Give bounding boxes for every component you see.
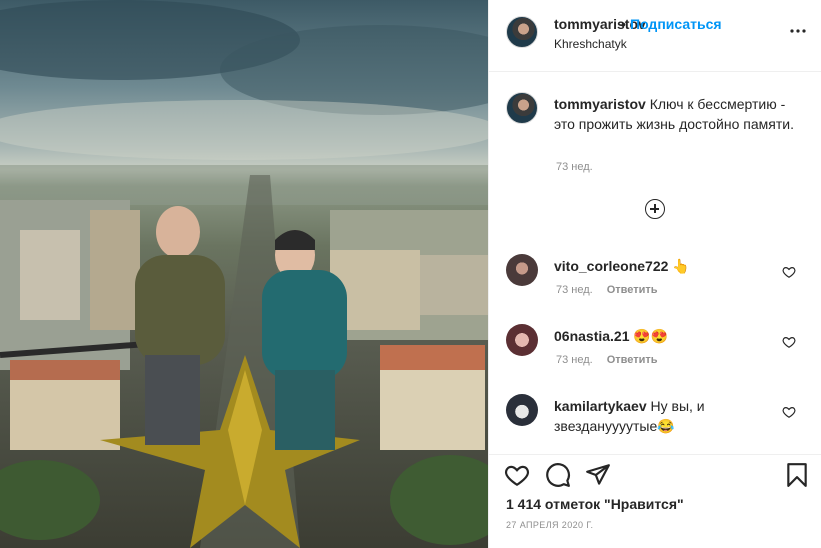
post-viewer: tommyaristov • Подписаться Khreshchatyk … [0, 0, 821, 548]
comment-meta: 73 нед. Ответить [556, 284, 658, 296]
comment-icon[interactable] [545, 462, 571, 488]
caption-body: tommyaristov Ключ к бессмертию - это про… [554, 94, 794, 134]
bookmark-icon[interactable] [784, 462, 810, 488]
reply-button[interactable]: Ответить [607, 354, 658, 366]
comment-item: 06nastia.21 😍😍 73 нед. Ответить [489, 324, 821, 394]
author-avatar[interactable] [506, 16, 538, 48]
commenter-avatar[interactable] [506, 324, 538, 356]
photo-illustration [0, 0, 488, 548]
comment-meta: 73 нед. Ответить [556, 354, 658, 366]
comment-username[interactable]: vito_corleone722 [554, 258, 668, 274]
post-photo[interactable] [0, 0, 488, 548]
post-sidebar: tommyaristov • Подписаться Khreshchatyk … [488, 0, 821, 548]
likes-count[interactable]: 1 414 отметок "Нравится" [506, 496, 684, 512]
post-location[interactable]: Khreshchatyk [554, 37, 627, 51]
post-header: tommyaristov • Подписаться Khreshchatyk [489, 0, 821, 72]
separator-dot: • [621, 16, 626, 32]
comment-time[interactable]: 73 нед. [556, 284, 593, 296]
commenter-avatar[interactable] [506, 394, 538, 426]
comment-body: vito_corleone722 👆 [554, 256, 774, 276]
comment-body: kamilartykaev Ну вы, и звездануууутые😂 [554, 396, 774, 436]
caption-author-avatar[interactable] [506, 92, 538, 124]
post-date[interactable]: 27 АПРЕЛЯ 2020 Г. [506, 520, 593, 530]
commenter-avatar[interactable] [506, 254, 538, 286]
share-icon[interactable] [585, 462, 611, 488]
comment-username[interactable]: 06nastia.21 [554, 328, 630, 344]
comment-item: vito_corleone722 👆 73 нед. Ответить [489, 254, 821, 324]
post-actions [489, 454, 821, 494]
comment-heart-icon[interactable] [782, 405, 796, 419]
heart-icon[interactable] [504, 462, 530, 488]
comment-body: 06nastia.21 😍😍 [554, 326, 774, 346]
plus-circle-icon[interactable] [645, 199, 665, 219]
reply-button[interactable]: Ответить [607, 284, 658, 296]
caption-author[interactable]: tommyaristov [554, 96, 646, 112]
comment-heart-icon[interactable] [782, 335, 796, 349]
more-options-icon[interactable] [788, 21, 808, 41]
comment-heart-icon[interactable] [782, 265, 796, 279]
caption-time[interactable]: 73 нед. [556, 161, 593, 173]
comment-text: 👆 [672, 258, 690, 274]
comment-time[interactable]: 73 нед. [556, 354, 593, 366]
comment-username[interactable]: kamilartykaev [554, 398, 647, 414]
follow-button[interactable]: Подписаться [630, 16, 722, 32]
comment-text: 😍😍 [633, 328, 669, 344]
